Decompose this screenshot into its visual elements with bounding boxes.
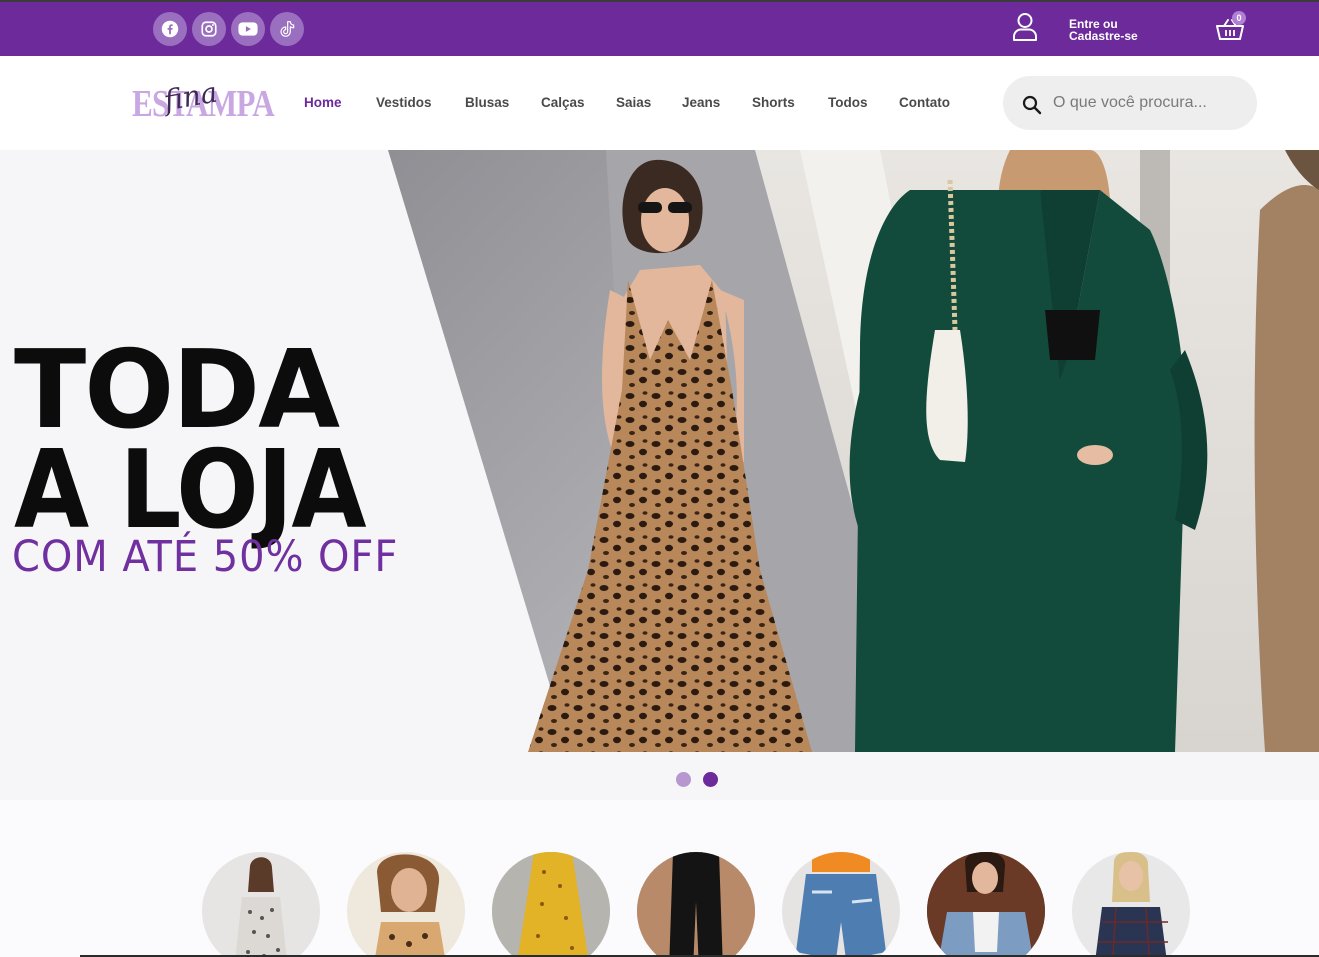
youtube-icon[interactable]: [231, 12, 265, 46]
tiktok-icon[interactable]: [270, 12, 304, 46]
category-strip: [0, 800, 1319, 957]
nav-todos[interactable]: Todos: [828, 95, 868, 110]
category-jacket[interactable]: [927, 852, 1045, 957]
nav-saias[interactable]: Saias: [616, 95, 651, 110]
login-line2: Cadastre-se: [1069, 29, 1138, 43]
nav-jeans[interactable]: Jeans: [682, 95, 720, 110]
nav-calcas[interactable]: Calças: [541, 95, 585, 110]
slider-dot-1[interactable]: [676, 772, 691, 787]
nav-contato[interactable]: Contato: [899, 95, 950, 110]
top-bar: Entre ou Cadastre-se 0: [0, 0, 1319, 56]
category-pants[interactable]: [637, 852, 755, 957]
nav-shorts[interactable]: Shorts: [752, 95, 795, 110]
category-blouse[interactable]: [347, 852, 465, 957]
slider-dot-2[interactable]: [703, 772, 718, 787]
cart-count-badge: 0: [1232, 11, 1246, 25]
nav-home[interactable]: Home: [304, 95, 342, 110]
nav-blusas[interactable]: Blusas: [465, 95, 509, 110]
facebook-icon[interactable]: [153, 12, 187, 46]
user-icon[interactable]: [1011, 12, 1039, 42]
instagram-icon[interactable]: [192, 12, 226, 46]
category-blazer[interactable]: [1072, 852, 1190, 957]
main-header: ESTAMPA fina Home Vestidos Blusas Calças…: [0, 56, 1319, 150]
category-dress[interactable]: [202, 852, 320, 957]
hero-banner[interactable]: TODA A LOJA COM ATÉ 50% OFF: [0, 150, 1319, 800]
nav-vestidos[interactable]: Vestidos: [376, 95, 432, 110]
search-box[interactable]: [1003, 76, 1257, 130]
search-input[interactable]: [1053, 92, 1243, 114]
logo[interactable]: ESTAMPA fina: [130, 76, 275, 126]
hero-headline-line2: A LOJA: [14, 428, 367, 553]
search-icon[interactable]: [1022, 95, 1042, 115]
login-link[interactable]: Entre ou Cadastre-se: [1069, 18, 1169, 42]
category-skirt[interactable]: [492, 852, 610, 957]
category-shorts[interactable]: [782, 852, 900, 957]
hero-offer-text: COM ATÉ 50% OFF: [12, 532, 399, 582]
